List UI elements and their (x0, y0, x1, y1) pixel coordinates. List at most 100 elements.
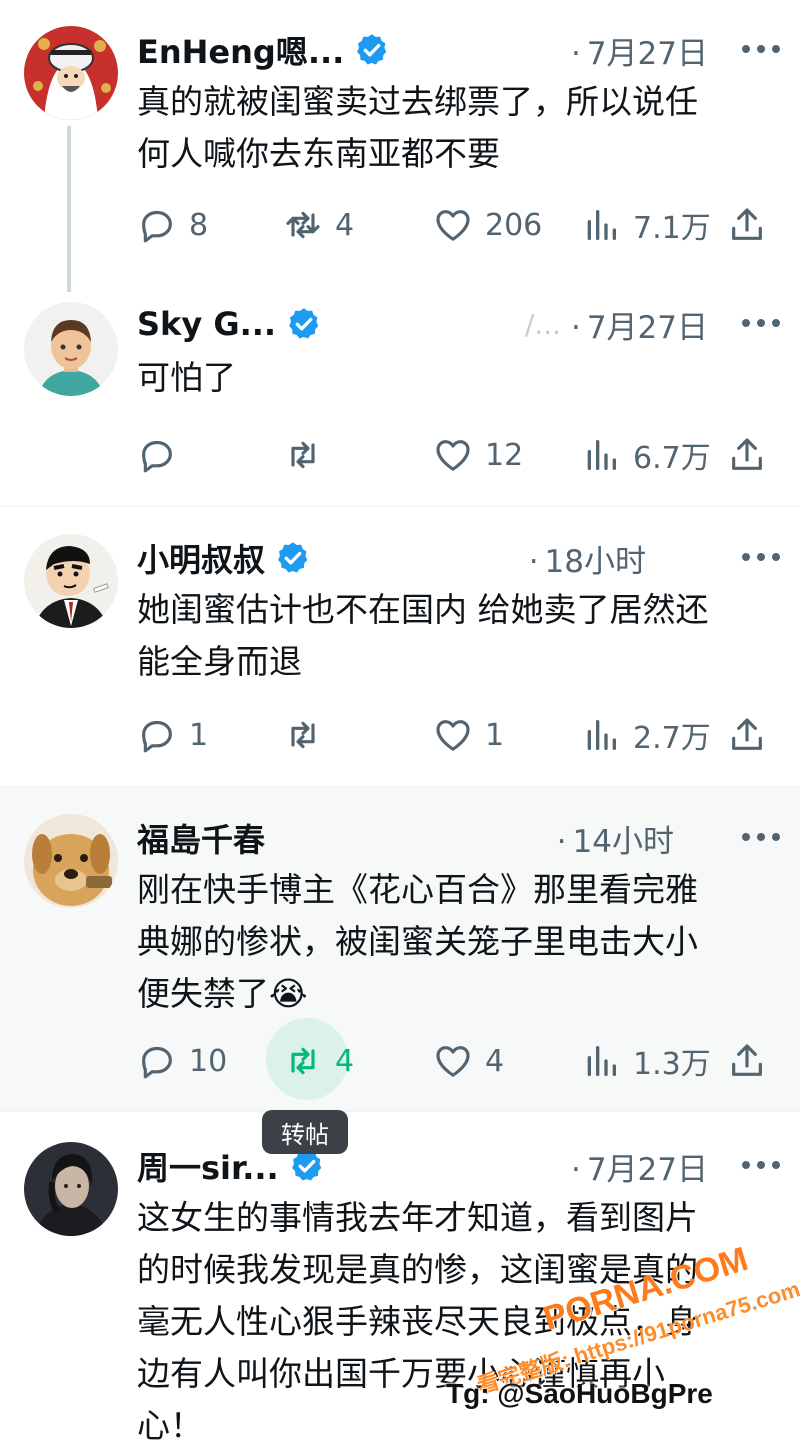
views-count: 6.7万 (633, 441, 711, 476)
repost-count: 4 (335, 1043, 355, 1079)
share-upload-icon (732, 208, 762, 240)
views-button[interactable]: 6.7万 (581, 430, 711, 480)
like-button[interactable]: 12 (433, 430, 523, 480)
post-time[interactable]: · 14小时 (557, 816, 674, 861)
post-actions: 10 4 4 1.3万 (137, 1036, 777, 1086)
views-button[interactable]: 7.1万 (581, 200, 711, 250)
repost-icon (286, 211, 320, 239)
post-header: Sky G... /... · 7月27日 (137, 302, 780, 346)
post-actions: 8 4 206 7.1万 (137, 200, 777, 250)
share-upload-icon (732, 1044, 762, 1076)
more-dots-icon[interactable] (742, 45, 780, 55)
author-name[interactable]: 小明叔叔 (137, 535, 265, 581)
views-bar-chart-icon (587, 720, 616, 750)
avatar-zhouyi-sir[interactable] (24, 1142, 118, 1236)
comment-icon (142, 440, 172, 473)
post-header: 福島千春 · 14小时 (137, 816, 780, 860)
like-count: 12 (485, 437, 524, 473)
avatar-enheng[interactable] (24, 26, 118, 120)
views-button[interactable]: 2.7万 (581, 710, 711, 760)
post-actions: 1 1 2.7万 (137, 710, 777, 760)
like-button[interactable]: 206 (433, 200, 542, 250)
author-name[interactable]: EnHeng嗯... (137, 27, 344, 73)
author-handle: /... (524, 307, 561, 341)
author-name[interactable]: 福島千春 (137, 815, 265, 861)
verified-badge-icon[interactable] (286, 306, 322, 342)
repost-count: 4 (335, 207, 355, 243)
author-name[interactable]: Sky G... (137, 305, 276, 343)
views-bar-chart-icon (587, 440, 616, 470)
reply-button[interactable] (137, 430, 189, 480)
avatar-sky-g[interactable] (24, 302, 118, 396)
thread-connector-line (67, 126, 71, 292)
share-upload-icon (732, 438, 762, 470)
post-divider (0, 1111, 800, 1112)
watermark-telegram: Tg: @SaoHuoBgPre (446, 1378, 713, 1409)
more-dots-icon[interactable] (742, 319, 780, 329)
heart-icon (436, 440, 470, 471)
views-count: 1.3万 (633, 1047, 711, 1082)
post-time[interactable]: · 7月27日 (571, 302, 708, 347)
share-button[interactable] (727, 430, 767, 480)
author-name[interactable]: 周一sir... (137, 1143, 279, 1189)
like-count: 1 (485, 717, 505, 753)
like-button[interactable]: 1 (433, 710, 504, 760)
views-count: 7.1万 (633, 211, 711, 246)
repost-button[interactable]: 4 (283, 200, 354, 250)
post-text: 她闺蜜估计也不在国内 给她卖了居然还 能全身而退 (137, 590, 709, 681)
post-time[interactable]: · 18小时 (529, 536, 646, 581)
post-actions: 12 6.7万 (137, 430, 777, 480)
post-header: 周一sir... · 7月27日 (137, 1144, 780, 1188)
comment-icon (142, 1046, 172, 1079)
post-time[interactable]: · 7月27日 (571, 28, 708, 73)
post-time[interactable]: · 7月27日 (571, 1144, 708, 1189)
share-button[interactable] (727, 710, 767, 760)
heart-icon (436, 1046, 470, 1077)
like-count: 4 (485, 1043, 505, 1079)
more-dots-icon[interactable] (742, 1161, 780, 1171)
repost-tooltip: 转帖 (262, 1110, 348, 1154)
views-bar-chart-icon (587, 1046, 616, 1076)
reply-count: 8 (189, 207, 209, 243)
more-dots-icon[interactable] (741, 833, 780, 843)
repost-button[interactable] (283, 430, 335, 480)
like-count: 206 (485, 207, 543, 243)
post-text: 刚在快手博主《花心百合》那里看完雅 典娜的惨状，被闺蜜关笼子里电击大小 便失禁了… (137, 870, 698, 1013)
reply-count: 1 (189, 717, 209, 753)
heart-icon (436, 210, 470, 241)
post-time-text: 14小时 (572, 823, 674, 860)
post-time-text: 7月27日 (586, 35, 708, 72)
post-header: 小明叔叔 · 18小时 (137, 536, 780, 580)
reply-button[interactable]: 8 (137, 200, 208, 250)
heart-icon (436, 720, 470, 751)
views-count: 2.7万 (633, 721, 711, 756)
post-time-text: 7月27日 (586, 1151, 708, 1188)
comment-icon (142, 210, 172, 243)
verified-badge-icon[interactable] (354, 32, 390, 68)
avatar-xiaoming[interactable] (24, 534, 118, 628)
views-bar-chart-icon (587, 210, 616, 240)
share-button[interactable] (727, 200, 767, 250)
post-time-text: 18小时 (544, 543, 646, 580)
avatar-fukushima[interactable] (24, 814, 118, 908)
reply-count: 10 (189, 1043, 228, 1079)
post-time-text: 7月27日 (586, 309, 708, 346)
repost-button[interactable] (283, 710, 335, 760)
comment-icon (142, 720, 172, 753)
share-upload-icon (732, 718, 762, 750)
repost-icon (291, 441, 315, 469)
repost-button[interactable]: 4 (283, 1036, 354, 1086)
verified-badge-icon[interactable] (275, 540, 311, 576)
post-header: EnHeng嗯... · 7月27日 (137, 28, 780, 72)
reply-button[interactable]: 10 (137, 1036, 227, 1086)
repost-icon (291, 1047, 315, 1075)
post-text: 可怕了 (137, 358, 236, 397)
post-text: 真的就被闺蜜卖过去绑票了，所以说任 何人喊你去东南亚都不要 (137, 82, 698, 173)
repost-icon (291, 721, 315, 749)
reply-button[interactable]: 1 (137, 710, 208, 760)
post-divider (0, 506, 800, 507)
like-button[interactable]: 4 (433, 1036, 504, 1086)
more-dots-icon[interactable] (742, 553, 780, 563)
share-button[interactable] (727, 1036, 767, 1086)
views-button[interactable]: 1.3万 (581, 1036, 711, 1086)
